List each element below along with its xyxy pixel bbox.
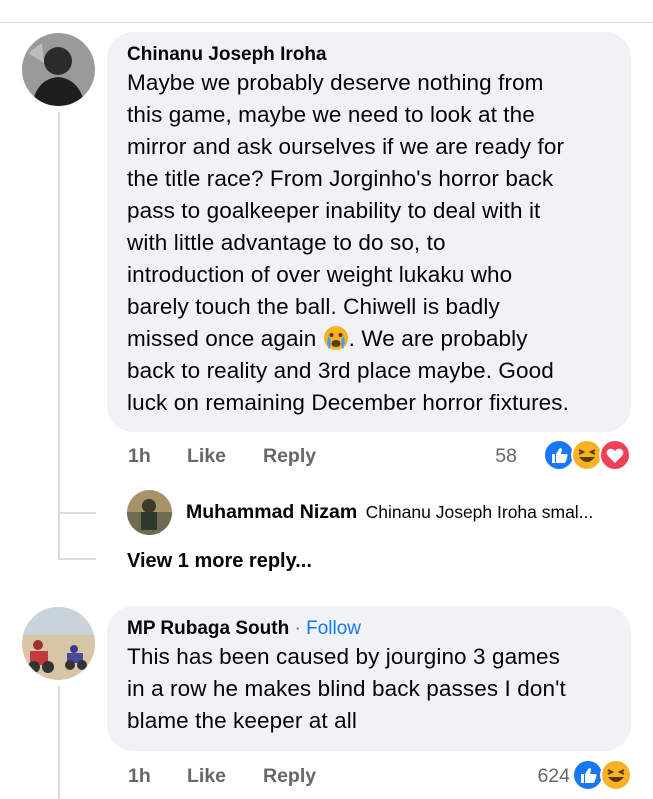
comment-line: back to reality and 3rd place maybe. Goo…	[127, 358, 554, 383]
thread-line-branch-2	[58, 558, 96, 560]
avatar-chinanu-photo	[22, 33, 95, 106]
avatar-muhammad[interactable]	[127, 490, 172, 535]
comment-time[interactable]: 1h	[128, 445, 151, 468]
comment-actions: 1h Like Reply	[128, 442, 448, 472]
reaction-count: 624	[537, 765, 570, 787]
thread-line-branch	[58, 512, 96, 514]
reply-button[interactable]: Reply	[263, 445, 316, 468]
comment-line: luck on remaining December horror fixtur…	[127, 390, 569, 415]
reaction-count: 58	[495, 445, 517, 467]
comment-line-part: missed once again	[127, 326, 323, 351]
like-button[interactable]: Like	[187, 765, 226, 788]
comment-line: barely touch the ball. Chiwell is badly	[127, 294, 500, 319]
avatar-mp-rubaga-photo	[22, 607, 95, 680]
comment-author-row: MP Rubaga South · Follow	[127, 617, 611, 641]
comment-line: pass to goalkeeper inability to deal wit…	[127, 198, 541, 223]
crying-emoji-icon	[323, 326, 348, 350]
comment-author[interactable]: Chinanu Joseph Iroha	[127, 43, 611, 67]
reaction-summary[interactable]: 624	[480, 759, 635, 791]
reply-author[interactable]: Muhammad Nizam	[186, 501, 357, 523]
comment-bubble: MP Rubaga South · Follow This has been c…	[107, 606, 631, 751]
thread-line-vertical-2	[58, 686, 60, 799]
reply-snippet: Chinanu Joseph Iroha smal...	[365, 502, 594, 522]
reaction-summary[interactable]: 58	[480, 439, 635, 471]
comment-actions: 1h Like Reply	[128, 762, 448, 792]
follow-button[interactable]: Follow	[306, 618, 361, 639]
comment-line: the title race? From Jorginho's horror b…	[127, 166, 554, 191]
comment-line-part: . We are probably	[348, 326, 528, 351]
comment-time[interactable]: 1h	[128, 765, 151, 788]
avatar-muhammad-photo	[127, 490, 172, 535]
comment-line: introduction of over weight lukaku who	[127, 262, 513, 287]
avatar-mp-rubaga[interactable]	[22, 607, 95, 680]
comment-text: Maybe we probably deserve nothing from t…	[127, 67, 611, 419]
comment-line: this game, maybe we need to look at the	[127, 102, 535, 127]
comment-line: with little advantage to do so, to	[127, 230, 446, 255]
comment-bubble: Chinanu Joseph Iroha Maybe we probably d…	[107, 32, 631, 432]
comment-author[interactable]: MP Rubaga South	[127, 618, 289, 639]
reply-button[interactable]: Reply	[263, 765, 316, 788]
haha-reaction-icon	[600, 759, 632, 791]
reply-preview[interactable]: Muhammad Nizam Chinanu Joseph Iroha smal…	[186, 501, 646, 524]
avatar-chinanu[interactable]	[22, 33, 95, 106]
comment-line: blame the keeper at all	[127, 708, 357, 733]
thread-line-vertical	[58, 112, 60, 558]
comment-line: Maybe we probably deserve nothing from	[127, 70, 544, 95]
comment-line: missed once again . We are probably	[127, 323, 611, 355]
top-divider	[0, 22, 653, 23]
comment-line: in a row he makes blind back passes I do…	[127, 676, 566, 701]
comment-text: This has been caused by jourgino 3 games…	[127, 641, 611, 737]
comment-line: mirror and ask ourselves if we are ready…	[127, 134, 565, 159]
like-button[interactable]: Like	[187, 445, 226, 468]
comment-line: This has been caused by jourgino 3 games	[127, 644, 561, 669]
view-more-replies[interactable]: View 1 more reply...	[127, 550, 312, 573]
separator-dot: ·	[289, 618, 307, 639]
love-reaction-icon	[599, 439, 631, 471]
